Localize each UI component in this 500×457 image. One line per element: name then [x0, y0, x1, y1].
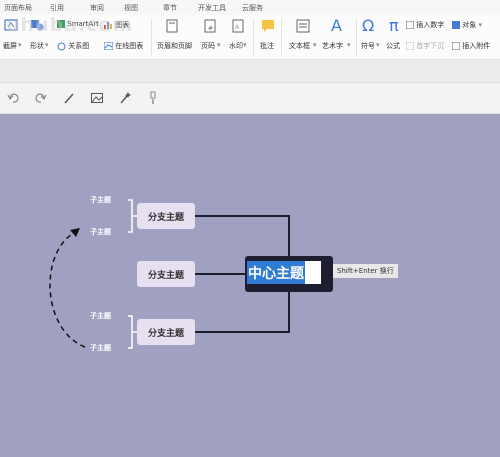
magic-wand-icon[interactable]: [116, 89, 134, 107]
first-letter-sink-button[interactable]: 首字下沉: [406, 41, 444, 51]
formula-button[interactable]: 公式: [386, 41, 400, 51]
image-icon[interactable]: [88, 89, 106, 107]
chart-label: 图表: [115, 21, 130, 29]
editor-toolbar: [0, 83, 500, 114]
header-footer-button[interactable]: 页眉和页脚: [157, 41, 192, 51]
screenshot-icon[interactable]: [4, 19, 18, 31]
online-chart-label: 在线图表: [115, 42, 144, 50]
sub-topic[interactable]: 子主题: [90, 227, 111, 237]
sub-topic[interactable]: 子主题: [90, 311, 111, 321]
page-number-button[interactable]: 页码: [201, 41, 215, 51]
chart-icon: [104, 22, 112, 29]
symbol-button[interactable]: 符号: [361, 41, 375, 51]
comment-icon[interactable]: [261, 19, 275, 33]
pen-icon[interactable]: [60, 89, 78, 107]
smartart-label: SmartArt: [67, 20, 99, 28]
object-label: 对象: [462, 21, 477, 29]
tab-developer[interactable]: 开发工具: [198, 3, 226, 13]
insert-attachment-button[interactable]: 插入附件: [452, 41, 490, 51]
drop-cap-icon: [406, 42, 414, 50]
line-break-hint: Shift+Enter 换行: [333, 264, 398, 278]
watermark-icon[interactable]: A: [232, 19, 244, 33]
textbox-icon[interactable]: [296, 19, 310, 33]
watermark-button[interactable]: 水印: [229, 41, 243, 51]
online-chart-icon: [104, 42, 113, 50]
object-icon: [452, 21, 460, 29]
tab-review[interactable]: 审阅: [90, 3, 104, 13]
central-topic-text[interactable]: 中心主题: [247, 261, 305, 284]
shape-button[interactable]: 形状: [30, 41, 44, 51]
sub-topic[interactable]: 子主题: [90, 195, 111, 205]
chart-button[interactable]: 图表: [104, 20, 129, 30]
central-topic[interactable]: 中心主题: [245, 256, 333, 292]
tab-chapter[interactable]: 章节: [163, 3, 177, 13]
insert-number-label: 插入数字: [416, 21, 445, 29]
formula-icon[interactable]: π: [389, 16, 399, 35]
page-number-icon[interactable]: #: [204, 19, 216, 33]
svg-text:#: #: [208, 25, 213, 32]
online-chart-button[interactable]: 在线图表: [104, 41, 143, 51]
attachment-icon: [452, 42, 460, 50]
insert-number-button[interactable]: 插入数字: [406, 20, 444, 30]
screenshot-button[interactable]: 截屏: [3, 41, 17, 51]
textbox-button[interactable]: 文本框: [289, 41, 310, 51]
branch-topic[interactable]: 分支主题: [137, 261, 195, 287]
ribbon: 截屏 ▾ 形状 ▾ SmartArt 图表 关系图 在线图表 页眉和页脚 # 页…: [0, 15, 500, 60]
first-letter-sink-label: 首字下沉: [416, 42, 445, 50]
sub-topic[interactable]: 子主题: [90, 343, 111, 353]
smartart-icon: [57, 20, 65, 28]
smartart-button[interactable]: SmartArt: [57, 20, 99, 28]
tab-cloud[interactable]: 云服务: [242, 3, 263, 13]
header-footer-icon[interactable]: [166, 19, 178, 33]
insert-number-icon: [406, 21, 414, 29]
shape-icon[interactable]: [30, 19, 44, 31]
branch-topic[interactable]: 分支主题: [137, 319, 195, 345]
relation-map-icon: [57, 42, 66, 50]
clear-format-icon[interactable]: [144, 89, 162, 107]
relation-map-button[interactable]: 关系图: [57, 41, 89, 51]
wordart-icon[interactable]: A: [331, 16, 342, 35]
object-button[interactable]: 对象 ▾: [452, 20, 482, 30]
menu-bar: 页面布局 引用 审阅 视图 章节 开发工具 云服务: [0, 0, 500, 15]
undo-icon[interactable]: [4, 89, 22, 107]
branch-topic[interactable]: 分支主题: [137, 203, 195, 229]
comment-button[interactable]: 批注: [260, 41, 274, 51]
relation-map-label: 关系图: [68, 42, 90, 50]
tab-view[interactable]: 视图: [124, 3, 138, 13]
symbol-icon[interactable]: Ω: [362, 16, 374, 35]
tab-references[interactable]: 引用: [50, 3, 64, 13]
wordart-button[interactable]: 艺术字: [322, 41, 343, 51]
text-caret: [305, 261, 321, 284]
document-strip: [0, 60, 500, 83]
insert-attachment-label: 插入附件: [462, 42, 491, 50]
redo-icon[interactable]: [32, 89, 50, 107]
tab-page-layout[interactable]: 页面布局: [4, 3, 32, 13]
